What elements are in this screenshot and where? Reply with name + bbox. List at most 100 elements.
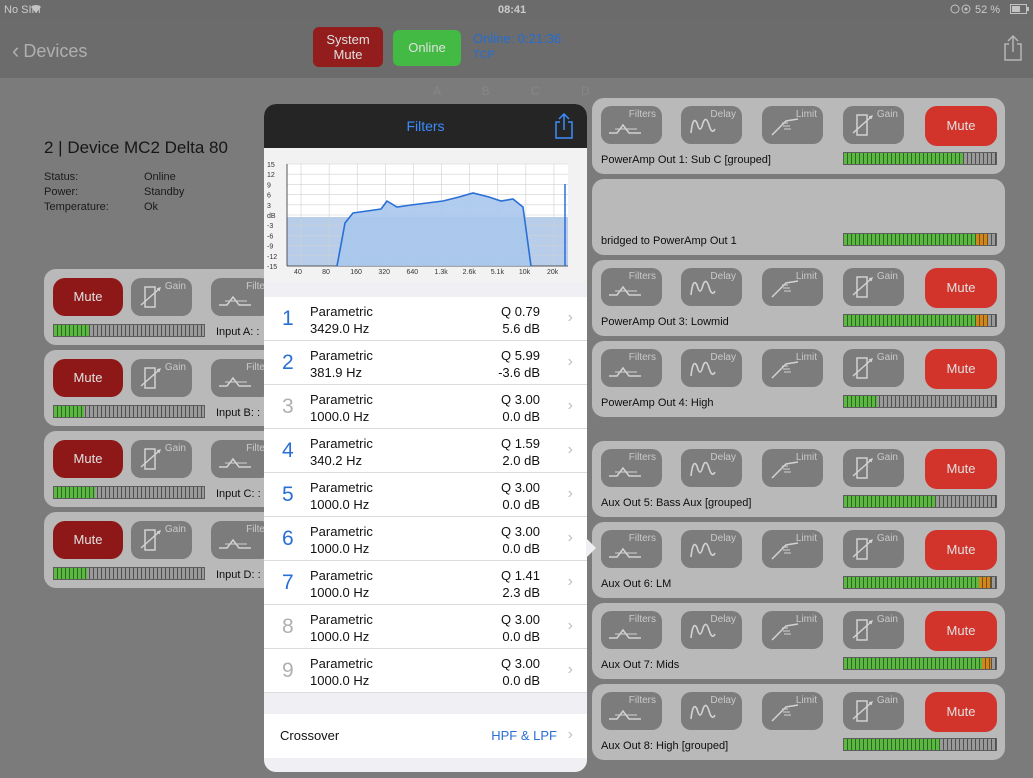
limit-button[interactable]: Limit [762, 106, 823, 144]
filter-type: Parametric [310, 392, 373, 407]
gain-button[interactable]: Gain [131, 278, 192, 316]
delay-button[interactable]: Delay [681, 449, 742, 487]
filter-row[interactable]: 1 Parametric 3429.0 Hz Q 0.79 5.6 dB › [264, 297, 587, 341]
delay-button[interactable]: Delay [681, 268, 742, 306]
delay-button[interactable]: Delay [681, 692, 742, 730]
system-mute-line1: System [326, 32, 370, 47]
filters-label: Filters [628, 271, 656, 282]
filters-button[interactable]: Filters [601, 268, 662, 306]
gain-label: Gain [876, 452, 898, 463]
delay-button[interactable]: Delay [681, 611, 742, 649]
gain-label: Gain [876, 352, 898, 363]
filter-row[interactable]: 2 Parametric 381.9 Hz Q 5.99 -3.6 dB › [264, 341, 587, 385]
gain-label: Gain [876, 109, 898, 120]
filter-frequency: 1000.0 Hz [310, 673, 370, 688]
meter-peak [982, 658, 992, 669]
delay-label: Delay [710, 271, 736, 282]
share-icon[interactable] [555, 112, 573, 139]
mute-button[interactable]: Mute [925, 611, 997, 651]
gain-button[interactable]: Gain [843, 106, 904, 144]
y-tick-label: -6 [267, 233, 273, 240]
output-name: Aux Out 7: Mids [601, 659, 680, 671]
y-tick-label: 12 [267, 172, 275, 179]
filter-row[interactable]: 7 Parametric 1000.0 Hz Q 1.41 2.3 dB › [264, 561, 587, 605]
limit-button[interactable]: Limit [762, 611, 823, 649]
meter-level [844, 153, 963, 164]
gain-button[interactable]: Gain [843, 268, 904, 306]
mute-button[interactable]: Mute [925, 349, 997, 389]
output-strip: bridged to PowerAmp Out 1 [592, 179, 1005, 255]
limit-button[interactable]: Limit [762, 349, 823, 387]
mute-button[interactable]: Mute [925, 268, 997, 308]
filters-button[interactable]: Filters [601, 611, 662, 649]
x-tick-label: 320 [378, 269, 390, 276]
filter-row[interactable]: 5 Parametric 1000.0 Hz Q 3.00 0.0 dB › [264, 473, 587, 517]
mute-button[interactable]: Mute [925, 449, 997, 489]
filters-button[interactable]: Filters [601, 530, 662, 568]
filters-button[interactable]: Filte [211, 440, 271, 478]
filters-button[interactable]: Filte [211, 359, 271, 397]
gain-button[interactable]: Gain [843, 530, 904, 568]
system-mute-button[interactable]: System Mute [313, 27, 383, 67]
device-info-row: Power: Standby [44, 185, 184, 200]
filters-button[interactable]: Filters [601, 449, 662, 487]
back-button[interactable]: ‹ Devices [12, 40, 87, 62]
limit-button[interactable]: Limit [762, 449, 823, 487]
delay-button[interactable]: Delay [681, 106, 742, 144]
share-icon[interactable] [1003, 34, 1023, 61]
mute-button[interactable]: Mute [53, 359, 123, 397]
mute-button[interactable]: Mute [925, 530, 997, 570]
gain-label: Gain [876, 695, 898, 706]
filters-button[interactable]: Filte [211, 278, 271, 316]
filter-gain: 5.6 dB [502, 321, 540, 336]
mute-button[interactable]: Mute [925, 106, 997, 146]
gain-button[interactable]: Gain [843, 449, 904, 487]
filters-button[interactable]: Filters [601, 692, 662, 730]
filter-row[interactable]: 9 Parametric 1000.0 Hz Q 3.00 0.0 dB › [264, 649, 587, 693]
filter-row[interactable]: 6 Parametric 1000.0 Hz Q 3.00 0.0 dB › [264, 517, 587, 561]
filter-q: Q 3.00 [500, 480, 540, 495]
meter-peak [976, 315, 989, 326]
gain-button[interactable]: Gain [131, 521, 192, 559]
filter-type: Parametric [310, 480, 373, 495]
online-time: Online: 0:21:36 [473, 31, 562, 46]
crossover-value: HPF & LPF [491, 728, 557, 743]
output-strip: Filters Delay Limit Gain Mute PowerAmp Out 3:… [592, 260, 1005, 336]
crossover-row[interactable]: Crossover HPF & LPF › [264, 714, 587, 758]
input-strip: Mute Gain Filte Input A: : [44, 269, 284, 345]
filter-row[interactable]: 3 Parametric 1000.0 Hz Q 3.00 0.0 dB › [264, 385, 587, 429]
delay-button[interactable]: Delay [681, 530, 742, 568]
limit-button[interactable]: Limit [762, 692, 823, 730]
meter-level [54, 325, 89, 336]
filter-frequency: 381.9 Hz [310, 365, 363, 380]
mute-button[interactable]: Mute [53, 278, 123, 316]
channel-tabs[interactable]: A B C D [433, 84, 609, 98]
filters-button[interactable]: Filters [601, 349, 662, 387]
filter-number: 3 [282, 395, 294, 418]
filters-button[interactable]: Filte [211, 521, 271, 559]
filter-list: 1 Parametric 3429.0 Hz Q 0.79 5.6 dB › 2 Parame… [264, 297, 587, 693]
mute-button[interactable]: Mute [925, 692, 997, 732]
filters-button[interactable]: Filters [601, 106, 662, 144]
gain-button[interactable]: Gain [131, 359, 192, 397]
gain-button[interactable]: Gain [131, 440, 192, 478]
filter-row[interactable]: 4 Parametric 340.2 Hz Q 1.59 2.0 dB › [264, 429, 587, 473]
limit-button[interactable]: Limit [762, 530, 823, 568]
filter-number: 1 [282, 307, 294, 330]
gain-button[interactable]: Gain [843, 692, 904, 730]
x-tick-label: 640 [406, 269, 418, 276]
filter-number: 8 [282, 615, 294, 638]
limit-button[interactable]: Limit [762, 268, 823, 306]
gain-button[interactable]: Gain [843, 349, 904, 387]
filter-row[interactable]: 8 Parametric 1000.0 Hz Q 3.00 0.0 dB › [264, 605, 587, 649]
delay-button[interactable]: Delay [681, 349, 742, 387]
mute-button[interactable]: Mute [53, 521, 123, 559]
eq-response-graph[interactable]: 15 12 9 6 3 dB -3 -6 -9 -12 -15 40 80 160 320 640 1.3k 2.… [264, 148, 587, 282]
filter-gain: 0.0 dB [502, 409, 540, 424]
mute-button[interactable]: Mute [53, 440, 123, 478]
device-info-row: Status: Online [44, 170, 184, 185]
filter-type: Parametric [310, 656, 373, 671]
online-button[interactable]: Online [393, 30, 461, 66]
level-meter [53, 486, 205, 499]
gain-button[interactable]: Gain [843, 611, 904, 649]
